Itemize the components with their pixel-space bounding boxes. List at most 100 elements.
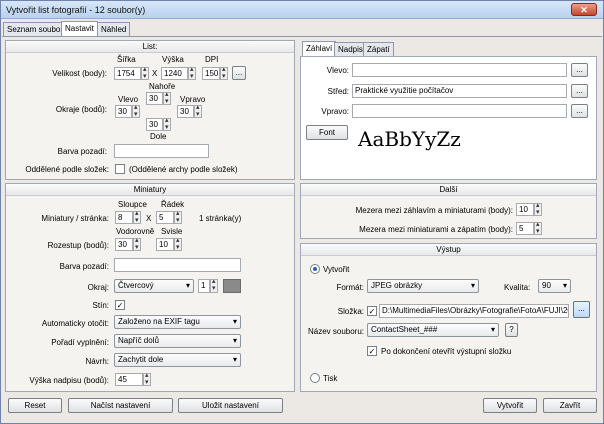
layout-select[interactable]: Zachytit dole ▾ [114,353,241,367]
sheet-bg-color[interactable] [114,144,209,158]
header-left-insert-button[interactable]: ... [571,63,588,77]
tab-footer[interactable]: Zápatí [363,42,394,56]
quality-select[interactable]: 90 ▾ [538,279,571,293]
create-radio[interactable] [310,264,320,274]
open-folder-label: Po dokončení otevřít výstupní složku [381,347,512,356]
dpi-column-label: DPI [205,55,219,64]
margin-right-spinner[interactable] [194,104,202,119]
margins-label: Okraje (bodů): [55,105,107,114]
columns-spinner[interactable] [133,210,141,225]
filename-select[interactable]: ContactSheet_### ▾ [367,323,499,337]
margin-top-spinner[interactable] [163,91,171,106]
border-label: Okraj: [87,283,109,292]
tab-header[interactable]: Záhlaví [302,41,337,56]
header-right-label: Vpravo: [321,107,349,116]
dpi-spinner[interactable] [220,66,228,81]
chevron-down-icon: ▾ [562,281,567,290]
header-gap-spinner[interactable] [534,202,542,217]
filename-help-button[interactable]: ? [505,323,518,337]
caption-height-spinner[interactable] [143,372,151,387]
spacing-h-spinner[interactable] [133,237,141,252]
header-right-input[interactable] [352,104,567,118]
title-bar: Vytvořit list fotografií - 12 soubor(y) … [1,1,603,19]
other-panel-header: Další [301,184,596,196]
chevron-down-icon: ▾ [232,317,237,326]
margin-right-input[interactable]: 30 [177,105,194,118]
reset-button[interactable]: Reset [8,398,62,413]
header-center-label: Střed: [327,87,349,96]
per-page-label: Miniatury / stránka: [41,214,109,223]
browse-folder-button[interactable]: ... [573,301,590,318]
format-select[interactable]: JPEG obrázky ▾ [367,279,479,293]
width-column-label: Šířka [117,55,136,64]
tab-title[interactable]: Nadpis [334,42,367,56]
header-center-input[interactable]: Praktické využitie počítačov [352,84,567,98]
header-center-insert-button[interactable]: ... [571,84,588,98]
create-button[interactable]: Vytvořit [483,398,537,413]
footer-gap-input[interactable]: 5 [516,222,534,235]
caption-height-label: Výška nadpisu (bodů): [29,376,109,385]
border-color-swatch[interactable] [223,279,241,293]
chevron-down-icon: ▾ [470,281,475,290]
quality-value: 90 [542,281,551,290]
margin-left-input[interactable]: 30 [115,105,132,118]
folder-checkbox[interactable]: ✓ [367,306,377,316]
margin-bottom-spinner[interactable] [163,117,171,132]
header-gap-label: Mezera mezi záhlavím a miniaturami (body… [355,206,513,215]
size-preset-button[interactable]: ... [232,66,246,80]
save-settings-button[interactable]: Uložit nastavení [178,398,283,413]
sheet-height-input[interactable]: 1240 [161,67,188,80]
spacing-h-input[interactable]: 30 [115,238,133,251]
header-left-input[interactable] [352,63,567,77]
margin-right-label: Vpravo [180,95,206,104]
load-settings-button[interactable]: Načíst nastavení [68,398,173,413]
sheet-height-spinner[interactable] [188,66,196,81]
filename-label: Název souboru: [307,327,364,336]
margin-bottom-input[interactable]: 30 [146,118,163,131]
header-right-insert-button[interactable]: ... [571,104,588,118]
fill-order-select[interactable]: Napříč dolů ▾ [114,334,241,348]
border-width-spinner[interactable] [210,278,218,293]
sheet-width-input[interactable]: 1754 [114,67,141,80]
open-folder-checkbox[interactable]: ✓ [367,346,377,356]
border-style-select[interactable]: Čtvercový ▾ [114,279,194,293]
filename-value: ContactSheet_### [371,325,438,334]
contact-sheet-window: Vytvořit list fotografií - 12 soubor(y) … [0,0,604,424]
size-label: Velikost (body): [52,69,107,78]
fill-order-value: Napříč dolů [118,336,159,345]
margin-top-label: Nahoře [149,82,176,91]
spacing-label: Rozestup (bodů): [47,241,109,250]
split-by-folder-checkbox[interactable] [115,164,125,174]
spacing-v-input[interactable]: 10 [156,238,174,251]
close-window-button[interactable]: ✕ [571,3,597,16]
window-title: Vytvořit list fotografií - 12 soubor(y) [6,5,146,15]
header-gap-input[interactable]: 10 [516,203,534,216]
shadow-label: Stín: [92,301,109,310]
rows-input[interactable]: 5 [156,211,174,224]
rows-spinner[interactable] [174,210,182,225]
font-button[interactable]: Font [306,125,348,140]
quality-label: Kvalita: [504,283,531,292]
shadow-checkbox[interactable]: ✓ [115,300,125,310]
print-radio[interactable] [310,373,320,383]
footer-gap-spinner[interactable] [534,221,542,236]
tab-settings[interactable]: Nastavit [61,21,98,36]
auto-rotate-select[interactable]: Založeno na EXIF tagu ▾ [114,315,241,329]
thumb-bg-color[interactable] [114,258,241,272]
margin-left-spinner[interactable] [132,104,140,119]
margin-top-input[interactable]: 30 [146,92,163,105]
chevron-down-icon: ▾ [185,281,190,290]
auto-rotate-label: Automaticky otočit: [41,319,109,328]
sheet-width-spinner[interactable] [141,66,149,81]
dpi-input[interactable]: 150 [202,67,220,80]
output-panel-header: Výstup [301,244,596,256]
caption-height-input[interactable]: 45 [115,373,143,386]
tab-preview[interactable]: Náhled [97,22,131,36]
folder-path-input[interactable]: D:\MultimediaFiles\Obrázky\Fotografie\Fo… [379,304,569,318]
columns-input[interactable]: 8 [115,211,133,224]
close-button[interactable]: Zavřít [543,398,597,413]
format-label: Formát: [336,283,364,292]
auto-rotate-value: Založeno na EXIF tagu [118,317,200,326]
spacing-v-spinner[interactable] [174,237,182,252]
border-width-input[interactable]: 1 [198,279,210,293]
